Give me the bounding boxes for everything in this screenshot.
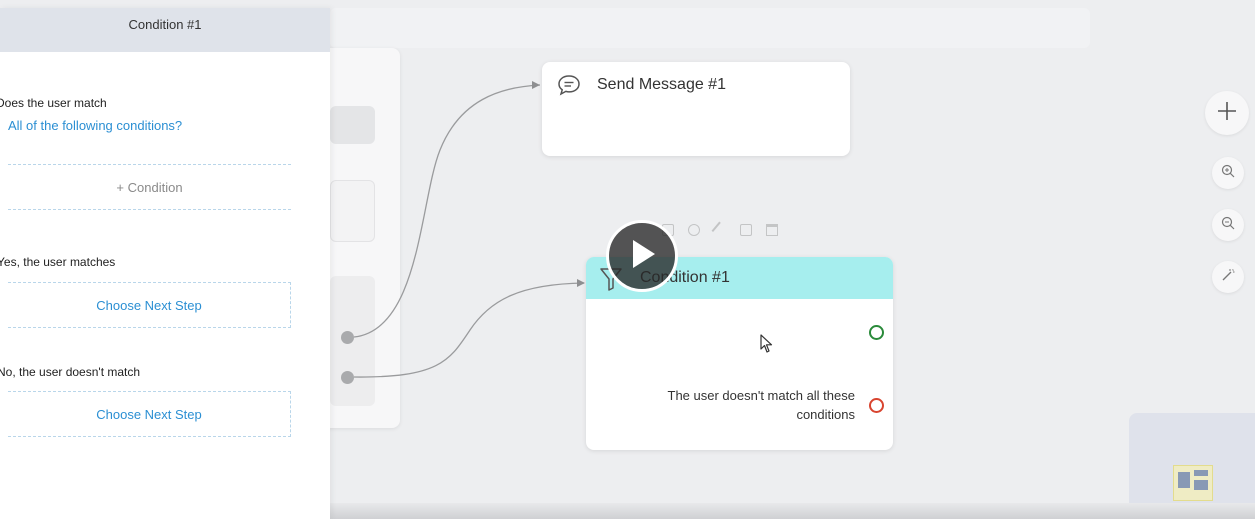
- node-toolbar: [662, 221, 778, 239]
- chat-bubble-icon: [556, 73, 582, 102]
- play-icon: [627, 237, 657, 276]
- toolbar-icon[interactable]: [766, 224, 778, 236]
- match-mode-link[interactable]: All of the following conditions?: [8, 118, 182, 133]
- magic-wand-icon: [1221, 268, 1235, 287]
- zoom-in-button[interactable]: [1212, 157, 1244, 189]
- auto-arrange-button[interactable]: [1212, 261, 1244, 293]
- plus-icon: [1216, 100, 1238, 127]
- mouse-cursor-icon: [760, 334, 774, 359]
- node-title: Send Message #1: [597, 76, 726, 93]
- minimap-node: [1178, 472, 1190, 488]
- minimap-node: [1194, 470, 1208, 476]
- connection-line-yes: [353, 84, 541, 338]
- no-label: No, the user doesn't match: [0, 365, 141, 379]
- panel-header: Condition #1: [0, 8, 330, 52]
- arrow-head: [577, 279, 585, 287]
- no-match-output-label: The user doesn't match all these conditi…: [667, 388, 855, 422]
- condition-side-panel: Condition #1 Does the user match All of …: [0, 8, 330, 519]
- toolbar-icon[interactable]: [711, 221, 729, 239]
- minimap-node: [1194, 480, 1208, 490]
- toolbar-icon[interactable]: [688, 224, 700, 236]
- minimap-viewport[interactable]: [1173, 465, 1213, 501]
- no-next-step-button[interactable]: Choose Next Step: [8, 391, 291, 437]
- send-message-node[interactable]: Send Message #1: [542, 62, 850, 156]
- play-video-button[interactable]: [606, 220, 678, 292]
- zoom-out-button[interactable]: [1212, 209, 1244, 241]
- add-node-button[interactable]: [1205, 91, 1249, 135]
- yes-next-step-button[interactable]: Choose Next Step: [8, 282, 291, 328]
- connection-line-no: [353, 282, 585, 378]
- output-yes-handle[interactable]: [869, 325, 884, 340]
- zoom-out-icon: [1221, 216, 1235, 235]
- question-label: Does the user match: [0, 96, 107, 110]
- output-no-handle[interactable]: [869, 398, 884, 413]
- arrow-head: [532, 81, 540, 89]
- toolbar-icon[interactable]: [740, 224, 752, 236]
- add-condition-button[interactable]: + Condition: [8, 164, 291, 210]
- zoom-in-icon: [1221, 164, 1235, 183]
- yes-label: Yes, the user matches: [0, 255, 116, 269]
